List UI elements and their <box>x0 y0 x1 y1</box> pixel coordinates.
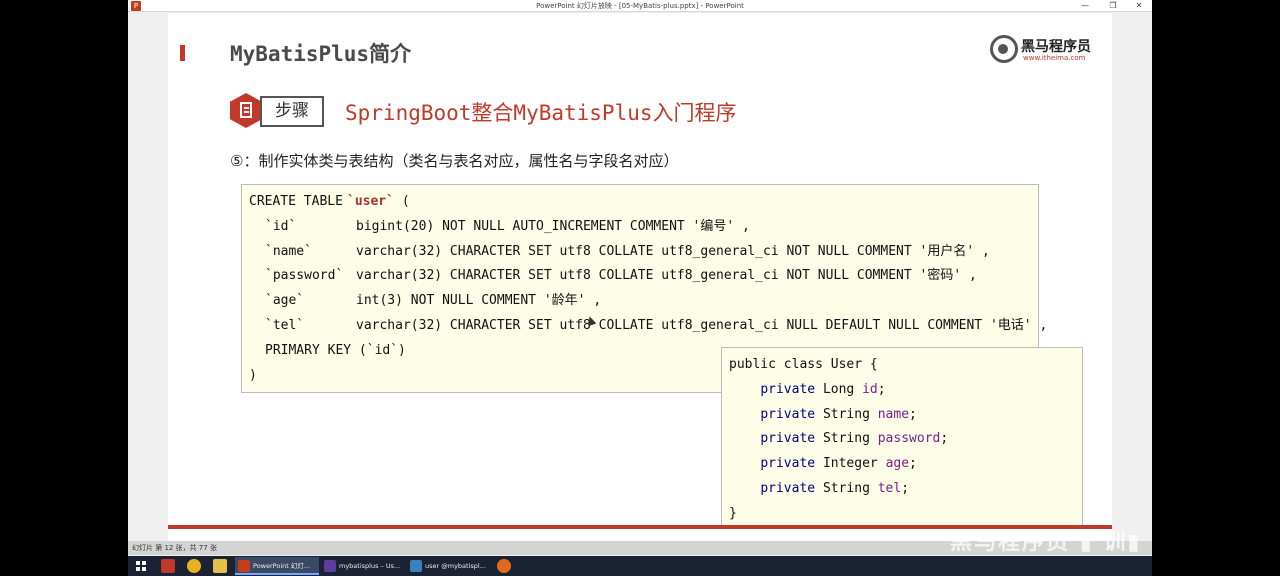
java-field-line: private String tel; <box>760 480 910 496</box>
taskbar-task-powerpoint[interactable]: PowerPoint 幻灯... <box>235 557 319 575</box>
slide: MyBatisPlus简介 黑马程序员 www.itheima.com 步骤 S… <box>168 13 1112 541</box>
brand-logo: 黑马程序员 www.itheima.com <box>990 35 1091 65</box>
logo-name: 黑马程序员 <box>1021 39 1091 55</box>
java-field-line: private Long id; <box>760 381 886 397</box>
java-code-block: public class User { private Long id; pri… <box>721 347 1083 526</box>
sql-column-name: `name` <box>265 243 312 259</box>
java-field-modifier: private <box>760 406 816 422</box>
java-field-name: password <box>877 431 941 447</box>
java-field-name: name <box>877 406 910 422</box>
sql-primary-key: PRIMARY KEY (`id`) <box>265 342 406 358</box>
sql-column-def: bigint(20) NOT NULL AUTO_INCREMENT COMME… <box>356 218 750 234</box>
java-class-close: } <box>729 505 737 521</box>
powerpoint-window: P PowerPoint 幻灯片放映 - [05-MyBatis-plus.pp… <box>128 0 1152 556</box>
step-label: 步骤 <box>260 96 324 127</box>
java-field-type: Integer <box>822 456 878 472</box>
java-field-name: id <box>862 381 878 397</box>
sql-create-line: CREATE TABLE `user` ( <box>249 190 1038 215</box>
java-field-line: private Integer age; <box>760 456 917 472</box>
sql-column-row: `tel` varchar(32) CHARACTER SET utf8 COL… <box>249 314 1047 339</box>
logo-url: www.itheima.com <box>1023 54 1086 62</box>
windows-taskbar: PowerPoint 幻灯... mybatisplus – Us... use… <box>128 556 1152 576</box>
java-class-declaration: public class User { <box>729 357 878 372</box>
sql-column-def: varchar(32) CHARACTER SET utf8 COLLATE u… <box>356 243 990 259</box>
java-field-modifier: private <box>760 381 816 397</box>
java-field-name: tel <box>877 480 902 496</box>
sql-column-def: varchar(32) CHARACTER SET utf8 COLLATE u… <box>356 268 977 284</box>
logo-emblem-icon <box>990 35 1018 63</box>
java-field-type: Long <box>822 381 855 397</box>
java-field-name: age <box>885 456 910 472</box>
sql-column-name: `tel` <box>265 317 305 333</box>
window-title: PowerPoint 幻灯片放映 - [05-MyBatis-plus.pptx… <box>536 2 744 10</box>
chrome-icon[interactable] <box>187 559 201 573</box>
file-explorer-icon[interactable] <box>213 559 227 573</box>
java-field-modifier: private <box>760 456 816 472</box>
java-field-type: String <box>822 406 870 422</box>
title-accent-bar <box>180 45 185 61</box>
java-field-line: private String password; <box>760 431 949 447</box>
sql-close-paren: ) <box>249 367 257 383</box>
window-titlebar: P PowerPoint 幻灯片放映 - [05-MyBatis-plus.pp… <box>128 0 1152 12</box>
sql-table-name: `user` <box>347 194 394 209</box>
start-button-icon[interactable] <box>136 561 146 571</box>
step-description: ⑤：制作实体类与表结构（类名与表名对应，属性名与字段名对应） <box>230 152 679 170</box>
sql-create-prefix: CREATE TABLE <box>249 194 351 209</box>
step-title: SpringBoot整合MyBatisPlus入门程序 <box>345 101 737 125</box>
close-button[interactable]: ✕ <box>1126 0 1152 12</box>
sql-column-name: `password` <box>265 268 344 284</box>
sql-column-def: varchar(32) CHARACTER SET utf8 COLLATE u… <box>356 317 1048 333</box>
step-hexagon-icon <box>230 93 262 128</box>
taskbar-task-browser[interactable]: user @mybatispl... <box>407 557 489 575</box>
sql-column-def: int(3) NOT NULL COMMENT '龄年' , <box>356 293 602 309</box>
pinned-app-icon[interactable] <box>161 559 175 573</box>
java-field-line: private String name; <box>760 406 917 422</box>
slide-title: MyBatisPlus简介 <box>230 42 412 66</box>
sql-column-name: `age` <box>265 293 305 309</box>
video-watermark: 黑马程序员 ▮ 训▮ <box>950 530 1142 555</box>
java-field-modifier: private <box>760 431 816 447</box>
sql-column-row: `name` varchar(32) CHARACTER SET utf8 CO… <box>249 240 1038 265</box>
sql-column-row: `password` varchar(32) CHARACTER SET utf… <box>249 264 1038 289</box>
minimize-button[interactable]: — <box>1072 0 1098 12</box>
restore-button[interactable]: ❐ <box>1100 0 1126 12</box>
slide-counter: 幻灯片 第 12 张，共 77 张 <box>132 544 217 552</box>
sql-column-name: `id` <box>265 218 297 234</box>
java-field-type: String <box>822 480 870 496</box>
document-icon <box>240 102 252 118</box>
sql-create-suffix: ( <box>394 194 410 209</box>
recorder-app-icon[interactable] <box>497 559 511 573</box>
sql-column-row: `id` bigint(20) NOT NULL AUTO_INCREMENT … <box>249 215 1038 240</box>
taskbar-task-intellij[interactable]: mybatisplus – Us... <box>321 557 403 575</box>
sql-column-row: `age` int(3) NOT NULL COMMENT '龄年' , <box>249 289 1038 314</box>
java-field-type: String <box>822 431 870 447</box>
java-field-modifier: private <box>760 480 816 496</box>
